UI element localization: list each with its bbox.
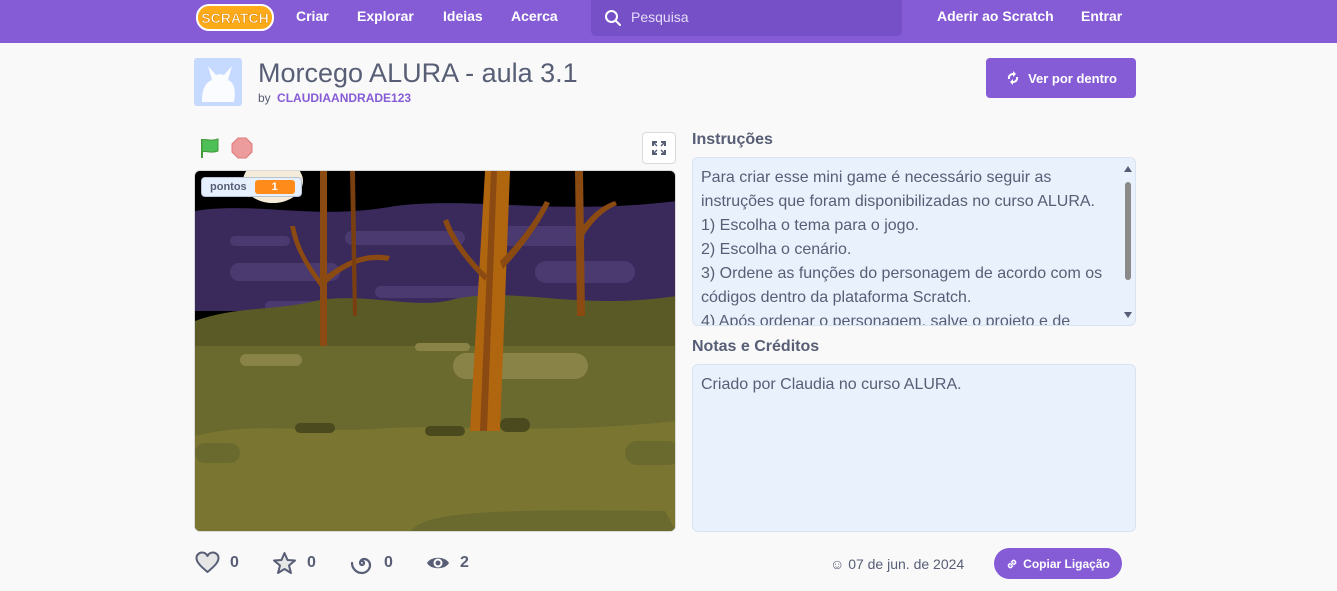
project-stage[interactable]: pontos 1: [194, 170, 676, 532]
green-flag-icon[interactable]: [198, 136, 222, 160]
project-title: Morcego ALURA - aula 3.1: [258, 58, 578, 88]
copy-link-label: Copiar Ligação: [1023, 556, 1110, 571]
notes-box[interactable]: Criado por Claudia no curso ALURA.: [692, 364, 1136, 532]
instructions-line: instruções que foram disponibilizadas no…: [701, 193, 1095, 210]
copy-link-button[interactable]: Copiar Ligação: [994, 548, 1122, 579]
see-inside-button[interactable]: Ver por dentro: [986, 58, 1136, 98]
star-icon: [273, 552, 296, 574]
remix-count: 0: [384, 554, 393, 571]
instructions-line: 4) Após ordenar o personagem, salve o pr…: [701, 313, 1071, 326]
by-label: by: [258, 91, 271, 105]
eye-icon: [427, 557, 449, 569]
views-count: 2: [460, 554, 469, 571]
views-stat: 2: [426, 551, 469, 575]
navbar: SCRATCH Criar Explorar Ideias Acerca Ade…: [0, 0, 1337, 43]
fullscreen-icon: [652, 141, 666, 155]
instructions-line: 2) Escolha o cenário.: [701, 241, 852, 258]
love-count: 0: [230, 554, 239, 571]
instructions-line: 1) Escolha o tema para o jogo.: [701, 217, 919, 234]
calendar-icon: ☺: [830, 556, 845, 572]
instructions-scrollbar[interactable]: [1122, 162, 1134, 322]
author-link[interactable]: CLAUDIAANDRADE123: [277, 91, 411, 105]
remix-spiral-icon: [350, 557, 372, 575]
stage-scene: [195, 171, 675, 531]
fullscreen-button[interactable]: [642, 132, 676, 164]
search-icon: [605, 10, 621, 26]
project-byline: by CLAUDIAANDRADE123: [258, 91, 411, 105]
svg-text:SCRATCH: SCRATCH: [201, 10, 268, 26]
notes-text: Criado por Claudia no curso ALURA.: [701, 376, 962, 393]
scratch-logo[interactable]: SCRATCH: [196, 3, 274, 32]
share-date: ☺ 07 de jun. de 2024: [830, 556, 964, 572]
instructions-box[interactable]: Para criar esse mini game é necessário s…: [692, 157, 1136, 326]
monitor-label: pontos: [210, 181, 247, 193]
nav-ideias[interactable]: Ideias: [443, 0, 483, 43]
variable-monitor: pontos 1: [201, 177, 302, 197]
heart-icon: [195, 551, 220, 573]
remix-arrows-icon: [1007, 71, 1019, 85]
love-stat[interactable]: 0: [195, 551, 239, 575]
instructions-heading: Instruções: [692, 131, 773, 148]
instructions-line: 3) Ordene as funções do personagem de ac…: [701, 265, 1103, 282]
stop-icon[interactable]: [231, 137, 253, 159]
instructions-line: Para criar esse mini game é necessário s…: [701, 169, 1052, 186]
notes-heading: Notas e Créditos: [692, 338, 820, 355]
nav-acerca[interactable]: Acerca: [511, 0, 558, 43]
cat-avatar-icon: [202, 66, 235, 102]
author-avatar[interactable]: [194, 58, 242, 106]
search-input[interactable]: [631, 0, 891, 34]
nav-explorar[interactable]: Explorar: [357, 0, 414, 43]
nav-criar[interactable]: Criar: [296, 0, 329, 43]
favorite-stat[interactable]: 0: [272, 551, 316, 575]
search-bar: [591, 0, 902, 36]
instructions-line: códigos dentro da plataforma Scratch.: [701, 289, 972, 306]
join-scratch-link[interactable]: Aderir ao Scratch: [937, 0, 1054, 43]
favorite-count: 0: [307, 554, 316, 571]
remix-stat: 0: [350, 551, 393, 575]
link-icon: [1007, 559, 1017, 568]
monitor-value: 1: [254, 180, 295, 194]
see-inside-label: Ver por dentro: [1028, 70, 1117, 86]
date-text: 07 de jun. de 2024: [848, 556, 965, 572]
sign-in-link[interactable]: Entrar: [1081, 0, 1122, 43]
